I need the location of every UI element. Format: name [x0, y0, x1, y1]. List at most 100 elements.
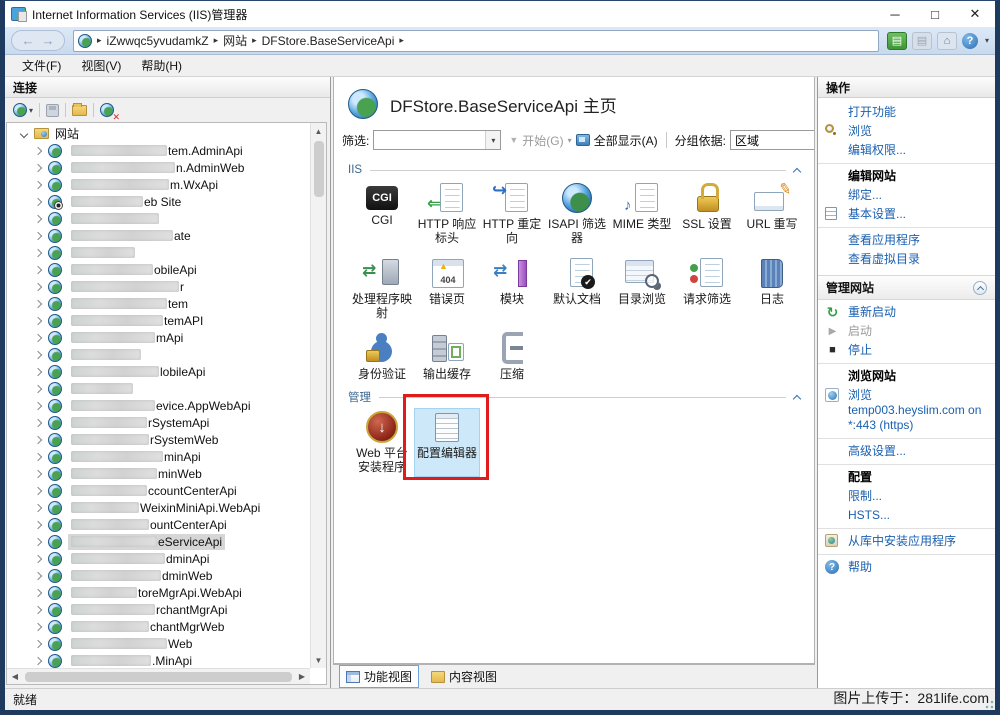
- expander-icon[interactable]: [34, 639, 42, 647]
- action-item[interactable]: 启动: [818, 322, 995, 341]
- scroll-thumb[interactable]: [25, 672, 292, 682]
- tree-node-site[interactable]: ountCenterApi: [7, 516, 310, 533]
- action-item[interactable]: 查看应用程序: [818, 231, 995, 250]
- feature-directory-browsing[interactable]: 目录浏览: [610, 255, 674, 322]
- tree-node-site[interactable]: eServiceApi: [7, 533, 310, 550]
- tree-horizontal-scrollbar[interactable]: ◀ ▶: [7, 668, 310, 684]
- remove-connection-button[interactable]: [98, 101, 116, 119]
- expander-icon[interactable]: [34, 350, 42, 358]
- tab-item[interactable]: 内容视图: [425, 666, 503, 687]
- chevron-down-icon[interactable]: ▾: [985, 36, 989, 45]
- minimize-button[interactable]: ─: [875, 1, 915, 27]
- tree-node-site[interactable]: rchantMgrApi: [7, 601, 310, 618]
- feature-authentication[interactable]: 身份验证: [350, 330, 414, 383]
- scroll-left-icon[interactable]: ◀: [7, 669, 23, 685]
- feature-handler-mappings[interactable]: 处理程序映射: [350, 255, 414, 322]
- help-icon[interactable]: ?: [962, 33, 978, 49]
- feature-request-filtering[interactable]: 请求筛选: [675, 255, 739, 322]
- feature-default-document[interactable]: 默认文档: [545, 255, 609, 322]
- action-item[interactable]: 查看虚拟目录: [818, 250, 995, 269]
- tree-node-site[interactable]: m.WxApi: [7, 176, 310, 193]
- action-item[interactable]: 限制...: [818, 487, 995, 506]
- tree-node-site[interactable]: chantMgrWeb: [7, 618, 310, 635]
- expander-icon[interactable]: [34, 503, 42, 511]
- feature-modules[interactable]: 模块: [480, 255, 544, 322]
- tree-node-site[interactable]: minWeb: [7, 465, 310, 482]
- tree-node-site[interactable]: .MinApi: [7, 652, 310, 668]
- action-item[interactable]: 浏览: [818, 122, 995, 141]
- tab-item[interactable]: 功能视图: [339, 665, 419, 688]
- scroll-up-icon[interactable]: ▲: [311, 123, 327, 139]
- expander-icon[interactable]: [34, 333, 42, 341]
- group-by-combobox[interactable]: 区域▾: [730, 130, 815, 150]
- action-item[interactable]: 基本设置...: [818, 205, 995, 224]
- action-item[interactable]: 高级设置...: [818, 442, 995, 461]
- expander-icon[interactable]: [34, 316, 42, 324]
- connect-button[interactable]: ▾: [11, 101, 35, 119]
- expander-icon[interactable]: [34, 146, 42, 154]
- expander-icon[interactable]: [20, 129, 28, 137]
- webpi-tool-icon[interactable]: ▤: [887, 32, 907, 50]
- expander-icon[interactable]: [34, 299, 42, 307]
- tree-node-site[interactable]: toreMgrApi.WebApi: [7, 584, 310, 601]
- tree-node-site[interactable]: WeixinMiniApi.WebApi: [7, 499, 310, 516]
- menu-item-v[interactable]: 视图(V): [72, 55, 130, 76]
- group-header-item[interactable]: 管理网站: [818, 275, 995, 300]
- tree-node-site[interactable]: obileApi: [7, 261, 310, 278]
- tree-node-site[interactable]: lobileApi: [7, 363, 310, 380]
- action-item[interactable]: 编辑权限...: [818, 141, 995, 160]
- feature-error-pages[interactable]: 错误页: [415, 255, 479, 322]
- expander-icon[interactable]: [34, 180, 42, 188]
- menu-item-f[interactable]: 文件(F): [13, 55, 70, 76]
- resize-grip[interactable]: [984, 699, 994, 709]
- menu-item-h[interactable]: 帮助(H): [132, 55, 191, 76]
- expander-icon[interactable]: [34, 588, 42, 596]
- expander-icon[interactable]: [34, 622, 42, 630]
- tree-node-site[interactable]: Web: [7, 635, 310, 652]
- expander-icon[interactable]: [34, 248, 42, 256]
- tree-node-site[interactable]: n.AdminWeb: [7, 159, 310, 176]
- tree-node-site[interactable]: evice.AppWebApi: [7, 397, 310, 414]
- tree-vertical-scrollbar[interactable]: ▲ ▼: [310, 123, 326, 668]
- feature-output-caching[interactable]: 输出缓存: [415, 330, 479, 383]
- expander-icon[interactable]: [34, 231, 42, 239]
- action-item[interactable]: 从库中安装应用程序: [818, 532, 995, 551]
- go-dropdown-icon[interactable]: ▾: [568, 136, 572, 145]
- tree-node-site[interactable]: eb Site: [7, 193, 310, 210]
- expander-icon[interactable]: [34, 265, 42, 273]
- action-temp003-heyslim-com-on-443-https[interactable]: 浏览 temp003.heyslim.com on *:443 (https): [818, 386, 995, 435]
- feature-http-redirect[interactable]: HTTP 重定向: [480, 180, 544, 247]
- forward-button[interactable]: →: [38, 31, 58, 50]
- tree-node-site[interactable]: dminWeb: [7, 567, 310, 584]
- expander-icon[interactable]: [34, 537, 42, 545]
- tree-node-site[interactable]: rSystemApi: [7, 414, 310, 431]
- tree-node-site[interactable]: tem.AdminApi: [7, 142, 310, 159]
- tree-node-site[interactable]: minApi: [7, 448, 310, 465]
- save-connection-button[interactable]: [44, 101, 61, 119]
- expander-icon[interactable]: [34, 452, 42, 460]
- scroll-right-icon[interactable]: ▶: [294, 669, 310, 685]
- expander-icon[interactable]: [34, 656, 42, 664]
- breadcrumb-item-izwwqc5yvudamkz[interactable]: iZwwqc5yvudamkZ: [107, 34, 209, 48]
- action-item[interactable]: 打开功能: [818, 103, 995, 122]
- tree-node-site[interactable]: ccountCenterApi: [7, 482, 310, 499]
- show-all-button[interactable]: 全部显示(A): [576, 132, 658, 149]
- maximize-button[interactable]: □: [915, 1, 955, 27]
- tree-node-site[interactable]: tem: [7, 295, 310, 312]
- expander-icon[interactable]: [34, 197, 42, 205]
- feature-isapi-filters[interactable]: ISAPI 筛选器: [545, 180, 609, 247]
- feature-http-response-headers[interactable]: HTTP 响应标头: [415, 180, 479, 247]
- expander-icon[interactable]: [34, 163, 42, 171]
- feature-cgi[interactable]: CGICGI: [350, 180, 414, 247]
- action-item[interactable]: 重新启动: [818, 303, 995, 322]
- filter-combobox[interactable]: ▾: [373, 130, 501, 150]
- expander-icon[interactable]: [34, 554, 42, 562]
- expander-icon[interactable]: [34, 214, 42, 222]
- expander-icon[interactable]: [34, 401, 42, 409]
- expander-icon[interactable]: [34, 418, 42, 426]
- scroll-thumb[interactable]: [314, 141, 324, 197]
- action-item[interactable]: 帮助: [818, 558, 995, 577]
- tree-node-site[interactable]: temAPI: [7, 312, 310, 329]
- tree-node-site[interactable]: [7, 244, 310, 261]
- tree-node-site[interactable]: mApi: [7, 329, 310, 346]
